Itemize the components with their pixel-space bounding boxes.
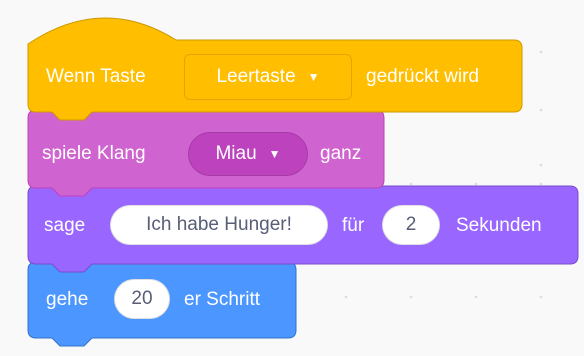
move-label: gehe <box>46 289 89 310</box>
key-dropdown[interactable]: Leertaste ▼ <box>184 54 352 100</box>
steps-label: er Schritt <box>184 289 261 310</box>
for-label: für <box>342 215 365 236</box>
steps-value: 20 <box>131 288 153 309</box>
sound-dropdown[interactable]: Miau ▼ <box>188 132 308 176</box>
play-sound-label: spiele Klang <box>42 143 146 164</box>
steps-input[interactable]: 20 <box>114 279 170 319</box>
when-key-label: Wenn Taste <box>46 66 146 87</box>
pressed-label: gedrückt wird <box>366 66 479 87</box>
seconds-value: 2 <box>405 214 417 235</box>
until-done-label: ganz <box>320 143 362 164</box>
say-label: sage <box>44 215 86 236</box>
seconds-label: Sekunden <box>456 215 542 236</box>
message-input[interactable]: Ich habe Hunger! <box>110 205 328 245</box>
code-area[interactable]: Wenn Taste Leertaste ▼ gedrückt wird spi… <box>0 0 584 356</box>
key-dropdown-value: Leertaste <box>216 66 296 87</box>
message-value: Ich habe Hunger! <box>146 214 292 235</box>
caret-down-icon: ▼ <box>268 147 281 161</box>
caret-down-icon: ▼ <box>307 70 320 84</box>
seconds-input[interactable]: 2 <box>382 205 440 245</box>
sound-dropdown-value: Miau <box>215 143 257 164</box>
